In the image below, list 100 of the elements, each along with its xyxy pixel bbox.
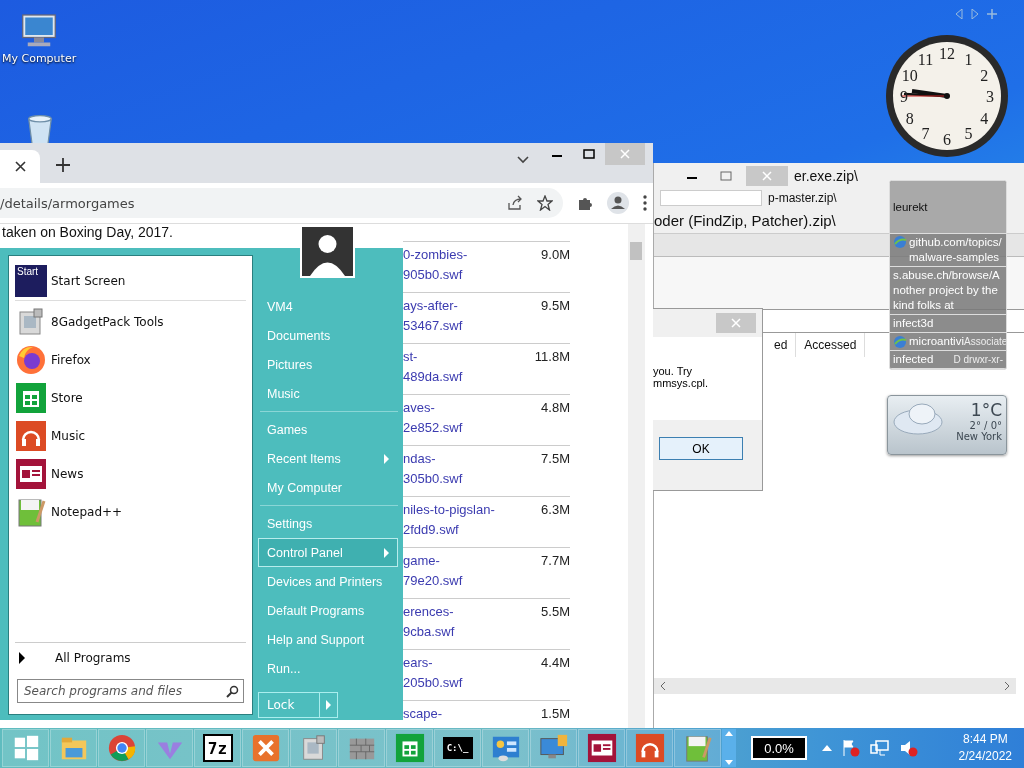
file-link[interactable]: st- 489da.swf <box>403 347 463 387</box>
taskbar-clock[interactable]: 8:44 PM 2/24/2022 <box>952 730 1018 766</box>
clock-numeral: 1 <box>964 50 973 68</box>
taskbar-app-button[interactable] <box>530 729 577 767</box>
user-avatar[interactable] <box>300 225 355 278</box>
search-field[interactable]: Search programs and files <box>17 679 244 703</box>
news-icon <box>15 458 47 490</box>
close-icon <box>14 161 26 172</box>
scrollbar[interactable] <box>654 678 1016 694</box>
popup-link[interactable]: github.com/topics/malware-samples <box>909 235 1003 265</box>
store-icon <box>15 382 47 414</box>
ok-button[interactable]: OK <box>659 437 743 460</box>
file-size: 4.8M <box>541 399 570 417</box>
flag-icon[interactable] <box>841 739 861 757</box>
start-tile-icon: Start <box>15 264 47 297</box>
file-size: 7.7M <box>541 552 570 570</box>
taskbar-app-button[interactable]: C:\_ <box>434 729 481 767</box>
file-link[interactable]: ears- 205b0.swf <box>403 653 463 693</box>
up-arrow-icon <box>725 731 733 736</box>
submenu-arrow-icon <box>384 453 389 464</box>
caret-up-icon[interactable] <box>822 745 832 751</box>
speaker-muted-icon[interactable] <box>899 739 919 757</box>
program-item[interactable]: Store <box>15 379 246 417</box>
all-programs-button[interactable]: All Programs <box>15 642 246 673</box>
tab-close-button[interactable] <box>0 150 40 183</box>
file-link[interactable]: 0-zombies- 905b0.swf <box>403 245 468 285</box>
taskbar-app-button[interactable] <box>386 729 433 767</box>
file-link[interactable]: scape- <box>403 704 443 724</box>
down-arrow-icon <box>725 760 733 765</box>
store-icon <box>394 733 425 763</box>
previous-icon[interactable] <box>955 9 963 19</box>
plus-icon <box>56 158 70 172</box>
window-title: p-master.zip\ <box>768 191 837 205</box>
firefox-icon <box>15 344 47 376</box>
share-icon[interactable] <box>507 195 523 211</box>
file-size: 5.5M <box>541 603 570 621</box>
arrow-icon <box>326 700 331 710</box>
close-icon <box>762 171 772 181</box>
caption-text: taken on Boxing Day, 2017. <box>2 224 173 240</box>
file-size: 11.8M <box>534 348 570 366</box>
file-link[interactable]: niles-to-pigslan- 2fdd9.swf <box>403 500 495 540</box>
popup-title: leurekt <box>890 181 1006 234</box>
file-link[interactable]: game- 79e20.swf <box>403 551 463 591</box>
taskbar-app-button[interactable] <box>578 729 625 767</box>
clock-numeral: 11 <box>917 50 934 68</box>
battery-meter: 0.0% <box>751 736 807 760</box>
maximize-icon <box>583 149 595 159</box>
submenu-arrow-icon <box>384 547 389 558</box>
chevron-down-icon[interactable] <box>516 155 530 165</box>
taskbar-app-button[interactable] <box>626 729 673 767</box>
file-size: 4.4M <box>541 654 570 672</box>
city-name: New York <box>956 431 1002 442</box>
program-item[interactable]: 8GadgetPack Tools <box>15 303 246 341</box>
clock-numeral: 8 <box>905 109 914 127</box>
file-link[interactable]: aves- 2e852.swf <box>403 398 463 438</box>
notepad-icon <box>15 496 47 528</box>
scrollbar[interactable] <box>628 224 645 728</box>
program-item[interactable]: Start Start Screen <box>15 261 246 301</box>
file-size: 9.5M <box>541 297 570 315</box>
address-bar[interactable]: /details/armorgames <box>0 188 563 218</box>
network-icon[interactable] <box>870 739 890 757</box>
taskbar-app-button[interactable]: 7z <box>194 729 241 767</box>
program-item[interactable]: News <box>15 455 246 493</box>
program-item[interactable]: Firefox <box>15 341 246 379</box>
file-link[interactable]: ays-after- 53467.swf <box>403 296 463 336</box>
file-size: 9.0M <box>541 246 570 264</box>
file-size: 7.5M <box>541 450 570 468</box>
file-size: 1.5M <box>541 705 570 723</box>
triangle-icon <box>19 652 25 664</box>
news-icon <box>586 733 617 763</box>
window-title: er.exe.zip\ <box>794 168 858 184</box>
menu-icon[interactable] <box>643 195 647 211</box>
column-header: Associate <box>963 335 1006 349</box>
search-icon[interactable] <box>226 684 239 698</box>
file-size: 6.3M <box>541 501 570 519</box>
puzzle-icon[interactable] <box>577 195 593 211</box>
file-link[interactable]: erences- 9cba.swf <box>403 602 455 642</box>
table-cell-text: D drwxr-xr- <box>953 353 1003 367</box>
globe-icon <box>893 334 907 349</box>
clock-numeral: 4 <box>980 109 989 127</box>
program-item[interactable]: Music <box>15 417 246 455</box>
music-icon <box>15 420 47 452</box>
add-icon[interactable] <box>987 9 997 19</box>
taskbar-app-button[interactable] <box>674 729 721 767</box>
clock-numeral: 12 <box>939 45 955 62</box>
next-icon[interactable] <box>971 9 979 19</box>
globe-icon <box>893 235 907 249</box>
taskbar-app-button[interactable] <box>482 729 529 767</box>
profile-icon[interactable] <box>607 192 629 214</box>
path-field[interactable] <box>660 190 762 206</box>
xampp-icon <box>250 733 281 763</box>
clock-numeral: 2 <box>980 66 989 84</box>
star-icon[interactable] <box>537 195 553 211</box>
program-item[interactable]: Notepad++ <box>15 493 246 531</box>
taskbar-scroll-button[interactable] <box>722 729 736 767</box>
close-icon <box>620 149 630 159</box>
desktop-icon-label[interactable]: My Computer <box>2 52 77 65</box>
file-link[interactable]: ndas- 305b0.swf <box>403 449 463 489</box>
clock-numeral: 3 <box>986 88 994 105</box>
clock-numeral: 10 <box>901 66 918 84</box>
